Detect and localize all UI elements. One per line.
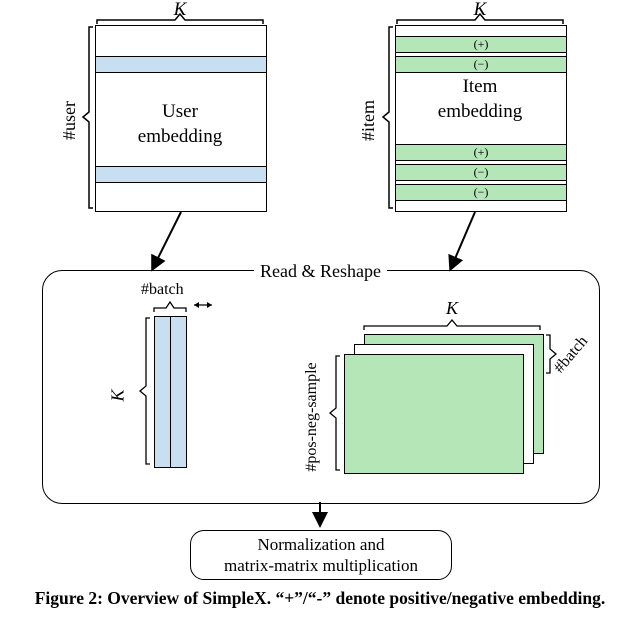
normalization-box: Normalization and matrix-matrix multipli… <box>190 530 452 580</box>
read-reshape-label: Read & Reshape <box>254 261 387 282</box>
label-nitem: #item <box>358 100 379 141</box>
user-row <box>95 166 267 183</box>
arrow-user <box>175 212 235 272</box>
label-k-item-stack: K <box>446 298 458 319</box>
pm: (−) <box>396 165 566 180</box>
user-embedding-matrix <box>95 25 267 212</box>
label-batch-user: #batch <box>141 281 184 299</box>
brace-k-item <box>395 4 565 26</box>
item-embedding-matrix: (+) (−) (+) (−) (−) <box>395 25 567 212</box>
label-nuser: #user <box>59 101 80 140</box>
item-row-neg: (−) <box>395 164 567 181</box>
arrow-to-norm <box>308 502 332 530</box>
pm: (−) <box>396 185 566 200</box>
item-row-pos: (+) <box>395 144 567 161</box>
item-batch-card <box>344 354 524 474</box>
dblarrow-batch-user <box>191 296 215 314</box>
label-k-uslab: K <box>108 389 129 401</box>
item-row-pos: (+) <box>395 36 567 53</box>
user-batch-slab <box>170 316 187 468</box>
norm-line2: matrix-matrix multiplication <box>224 556 418 575</box>
user-row <box>95 56 267 73</box>
brace-k-user <box>95 4 265 26</box>
pm: (+) <box>396 37 566 52</box>
item-row-neg: (−) <box>395 56 567 73</box>
figure-caption: Figure 2: Overview of SimpleX. “+”/“-” d… <box>0 588 640 609</box>
brace-k-uslab <box>134 316 152 466</box>
figure-root: K K #user #item User embedding (+) (−) (… <box>0 0 640 619</box>
user-batch-slab <box>154 316 171 468</box>
brace-posneg <box>324 354 342 472</box>
item-row-neg: (−) <box>395 184 567 201</box>
label-posneg: #pos-neg-sample <box>303 352 321 482</box>
arrow-item <box>445 212 505 272</box>
norm-line1: Normalization and <box>257 535 384 554</box>
pm: (−) <box>396 57 566 72</box>
pm: (+) <box>396 145 566 160</box>
